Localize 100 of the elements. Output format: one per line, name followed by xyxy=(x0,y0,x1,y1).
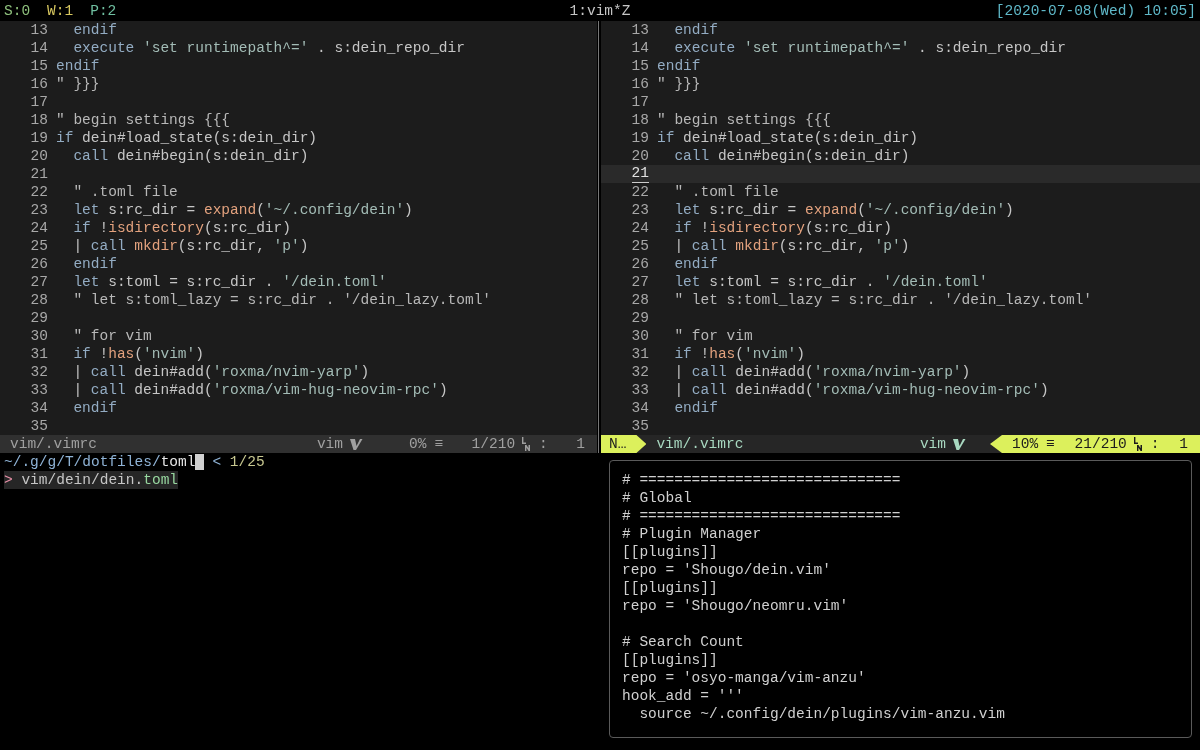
code-line: if !isdirectory(s:rc_dir) xyxy=(72,219,291,237)
column-number: 1 xyxy=(1179,435,1188,453)
code-line: endif xyxy=(72,255,117,273)
line-number: 29 xyxy=(30,309,48,327)
code-line: endif xyxy=(72,21,117,39)
menu-glyph: ≡ xyxy=(1046,435,1055,453)
line-number: 30 xyxy=(30,327,48,345)
code-line: " }}} xyxy=(657,75,701,93)
line-number: 20 xyxy=(30,147,48,165)
separator-glyph: : xyxy=(1150,435,1160,453)
line-number: 33 xyxy=(631,381,649,399)
column-number: 1 xyxy=(576,435,585,453)
line-number: 30 xyxy=(631,327,649,345)
code-line: " begin settings {{{ xyxy=(657,111,832,129)
code-line: " begin settings {{{ xyxy=(56,111,231,129)
code-line: if !has('nvim') xyxy=(673,345,805,363)
code-line: if dein#load_state(s:dein_dir) xyxy=(657,129,919,147)
v-icon xyxy=(952,437,966,451)
cursor-position: 1/210 xyxy=(471,435,516,453)
line-number-icon xyxy=(1132,437,1143,451)
line-number: 15 xyxy=(30,57,48,75)
line-number: 31 xyxy=(631,345,649,363)
line-number: 26 xyxy=(30,255,48,273)
line-number: 28 xyxy=(631,291,649,309)
file-name: vim/.vimrc xyxy=(656,436,744,452)
scroll-percent: 10% xyxy=(1012,435,1039,453)
code-line: endif xyxy=(673,255,718,273)
code-line: if dein#load_state(s:dein_dir) xyxy=(56,129,318,147)
preview-line: repo = 'Shougo/neomru.vim' xyxy=(622,597,850,615)
tmux-status-label: W:1 xyxy=(47,1,74,20)
code-line: | call dein#add('roxma/nvim-yarp') xyxy=(72,363,370,381)
code-line: let s:rc_dir = expand('~/.config/dein') xyxy=(673,201,1014,219)
line-number: 22 xyxy=(631,183,649,201)
text-cursor xyxy=(195,454,205,470)
result-item[interactable]: > vim/dein/dein.toml xyxy=(4,471,179,489)
code-line: call dein#begin(s:dein_dir) xyxy=(72,147,309,165)
line-number: 13 xyxy=(631,21,649,39)
file-type: vim xyxy=(316,435,343,453)
line-number: 32 xyxy=(30,363,48,381)
code-line: execute 'set runtimepath^=' . s:dein_repo_dir xyxy=(673,39,1066,57)
scroll-percent: 0% xyxy=(409,435,427,453)
line-number: 19 xyxy=(631,129,649,147)
code-line: | call mkdir(s:rc_dir, 'p') xyxy=(72,237,309,255)
preview-line: [[plugins]] xyxy=(622,651,719,669)
preview-line: hook_add = ''' xyxy=(622,687,745,705)
file-type: vim xyxy=(919,435,946,453)
code-line: " .toml file xyxy=(72,183,178,201)
line-number: 16 xyxy=(30,75,48,93)
tmux-status-label: P:2 xyxy=(90,1,117,20)
code-line: endif xyxy=(673,21,718,39)
line-number: 25 xyxy=(30,237,48,255)
search-field[interactable]: ~/.g/g/T/dotfiles/toml xyxy=(4,453,196,471)
code-line: let s:toml = s:rc_dir . '/dein.toml' xyxy=(673,273,988,291)
line-number: 35 xyxy=(631,417,649,435)
code-line: | call dein#add('roxma/vim-hug-neovim-rpc') xyxy=(673,381,1049,399)
code-line: endif xyxy=(673,399,718,417)
line-number: 17 xyxy=(30,93,48,111)
tmux-status-label: S:0 xyxy=(4,1,31,20)
line-number: 18 xyxy=(30,111,48,129)
line-number: 21 xyxy=(631,165,649,183)
code-line: execute 'set runtimepath^=' . s:dein_repo_dir xyxy=(72,39,465,57)
line-number: 20 xyxy=(631,147,649,165)
separator-glyph: : xyxy=(539,435,548,453)
code-line: | call dein#add('roxma/vim-hug-neovim-rpc') xyxy=(72,381,448,399)
code-line: | call mkdir(s:rc_dir, 'p') xyxy=(673,237,910,255)
code-line: let s:rc_dir = expand('~/.config/dein') xyxy=(72,201,413,219)
line-number: 23 xyxy=(631,201,649,219)
preview-line: source ~/.config/dein/plugins/vim-anzu.vim xyxy=(638,705,1006,723)
mode-indicator: N… xyxy=(601,435,647,453)
line-number: 34 xyxy=(631,399,649,417)
line-number: 29 xyxy=(631,309,649,327)
preview-line: # Global xyxy=(622,489,693,507)
line-number: 25 xyxy=(631,237,649,255)
preview-line: [[plugins]] xyxy=(622,543,719,561)
clock: [2020-07-08(Wed) 10:05] xyxy=(995,1,1196,20)
line-number: 13 xyxy=(30,21,48,39)
v-icon xyxy=(349,437,363,451)
code-line: endif xyxy=(657,57,701,75)
line-number: 14 xyxy=(30,39,48,57)
line-number: 35 xyxy=(30,417,48,435)
match-count: < 1/25 xyxy=(212,453,265,471)
code-line: " }}} xyxy=(56,75,100,93)
preview-line: # ============================== xyxy=(622,471,902,489)
code-line: " let s:toml_lazy = s:rc_dir . '/dein_lazy.toml' xyxy=(72,291,492,309)
line-number: 27 xyxy=(631,273,649,291)
preview-line: # Search Count xyxy=(622,633,745,651)
code-line: if !isdirectory(s:rc_dir) xyxy=(673,219,892,237)
code-line: " for vim xyxy=(72,327,152,345)
line-number: 24 xyxy=(631,219,649,237)
code-line: call dein#begin(s:dein_dir) xyxy=(673,147,910,165)
line-number: 14 xyxy=(631,39,649,57)
line-number: 22 xyxy=(30,183,48,201)
window-title: 1:vim*Z xyxy=(569,1,631,20)
preview-line: [[plugins]] xyxy=(622,579,719,597)
line-number: 34 xyxy=(30,399,48,417)
line-number: 21 xyxy=(30,165,48,183)
code-line: let s:toml = s:rc_dir . '/dein.toml' xyxy=(72,273,387,291)
line-number: 19 xyxy=(30,129,48,147)
code-line: if !has('nvim') xyxy=(72,345,204,363)
line-number: 17 xyxy=(631,93,649,111)
